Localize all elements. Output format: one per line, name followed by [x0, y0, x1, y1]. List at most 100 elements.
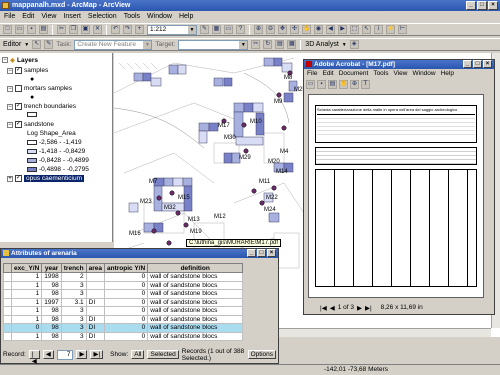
delete-icon[interactable]: ✕: [93, 25, 102, 34]
sketch-tool-icon[interactable]: ✎: [44, 40, 54, 49]
back-extent-icon[interactable]: ◀: [326, 25, 335, 34]
first-record-icon[interactable]: |◀: [28, 350, 40, 365]
forward-extent-icon[interactable]: ▶: [338, 25, 347, 34]
table-cell[interactable]: 98: [41, 289, 62, 299]
table-cell[interactable]: 0: [104, 289, 149, 299]
column-header[interactable]: trench: [60, 263, 87, 273]
table-row[interactable]: 1 98 3 DI 0 wall of sandstone blocs: [3, 314, 244, 324]
close-button[interactable]: ×: [488, 1, 498, 10]
pdf-menu-edit[interactable]: Edit: [322, 70, 333, 77]
table-cell[interactable]: 3: [60, 331, 87, 341]
table-cell[interactable]: [85, 289, 106, 299]
table-cell[interactable]: 3: [60, 289, 87, 299]
prev-page-icon[interactable]: ◀: [330, 304, 335, 312]
menu-insert[interactable]: Insert: [63, 13, 81, 20]
table-cell[interactable]: 1998: [41, 272, 62, 282]
toc-root[interactable]: − ◆ Layers: [2, 56, 38, 64]
menu-view[interactable]: View: [41, 13, 56, 20]
next-page-icon[interactable]: ▶: [357, 304, 362, 312]
table-cell[interactable]: 1: [10, 297, 43, 307]
collapse-icon[interactable]: −: [7, 67, 13, 74]
prev-record-icon[interactable]: ◀: [42, 350, 54, 359]
toc-layer-opus[interactable]: + ✓ opus caementicium: [7, 175, 84, 182]
minimize-button[interactable]: _: [247, 249, 256, 257]
table-cell[interactable]: wall of sandstone blocs: [147, 297, 244, 307]
table-cell[interactable]: 98: [41, 306, 62, 316]
layer-icon[interactable]: ◈: [349, 40, 359, 49]
hyperlink-icon[interactable]: ⚡: [386, 25, 395, 34]
table-cell[interactable]: 3: [60, 280, 87, 290]
maximize-button[interactable]: □: [257, 249, 266, 257]
collapse-icon[interactable]: −: [7, 121, 13, 128]
row-selector[interactable]: [3, 306, 12, 316]
maximize-button[interactable]: □: [477, 1, 487, 10]
table-cell[interactable]: wall of sandstone blocs: [147, 272, 244, 282]
3d-analyst-menu[interactable]: 3D Analyst: [305, 41, 338, 48]
new-icon[interactable]: □: [3, 25, 12, 34]
table-cell[interactable]: 1: [10, 280, 43, 290]
target-combo[interactable]: ▼: [178, 39, 249, 50]
table-cell[interactable]: wall of sandstone blocs: [147, 331, 244, 341]
copy-icon[interactable]: ❐: [69, 25, 78, 34]
options-button[interactable]: Options: [247, 350, 276, 359]
chevron-down-icon[interactable]: ▼: [342, 42, 347, 48]
maximize-button[interactable]: □: [473, 60, 482, 68]
table-row[interactable]: 1 98 3 0 wall of sandstone blocs: [3, 306, 244, 316]
chevron-down-icon[interactable]: ▼: [143, 40, 152, 49]
table-cell[interactable]: DI: [85, 323, 106, 333]
editor-toolbar-icon[interactable]: ✎: [200, 25, 209, 34]
open-icon[interactable]: ▭: [306, 80, 315, 89]
table-cell[interactable]: 0: [104, 306, 149, 316]
edit-tool-icon[interactable]: ↖: [32, 40, 42, 49]
add-data-icon[interactable]: +: [135, 25, 144, 34]
task-combo[interactable]: Create New Feature ▼: [74, 39, 153, 50]
collapse-icon[interactable]: −: [7, 85, 13, 92]
last-page-icon[interactable]: ▶|: [365, 304, 372, 312]
open-icon[interactable]: ▭: [15, 25, 24, 34]
table-cell[interactable]: [85, 280, 106, 290]
minimize-button[interactable]: _: [466, 1, 476, 10]
table-cell[interactable]: DI: [85, 331, 106, 341]
scale-combo[interactable]: 1:212 ▼: [147, 24, 197, 35]
next-record-icon[interactable]: ▶: [76, 350, 88, 359]
table-cell[interactable]: 3: [60, 323, 87, 333]
close-button[interactable]: ×: [267, 249, 276, 257]
table-cell[interactable]: [85, 272, 106, 282]
expand-icon[interactable]: +: [7, 175, 13, 182]
redo-icon[interactable]: ↷: [123, 25, 132, 34]
column-header[interactable]: exc_Y/N: [10, 263, 43, 273]
layer-checkbox[interactable]: [15, 85, 22, 92]
column-header[interactable]: antropic Y/N: [104, 263, 149, 273]
row-selector[interactable]: [3, 289, 12, 299]
layer-checkbox[interactable]: ✓: [15, 121, 22, 128]
column-header[interactable]: area: [85, 263, 106, 273]
table-row[interactable]: 1 1998 2 0 wall of sandstone blocs: [3, 272, 244, 282]
hand-tool-icon[interactable]: ✋: [339, 80, 348, 89]
table-cell[interactable]: 0: [104, 323, 149, 333]
zoom-out-icon[interactable]: ⊖: [266, 25, 275, 34]
table-cell[interactable]: wall of sandstone blocs: [147, 289, 244, 299]
pdf-page[interactable]: Scheda caratterizzazione della malte in …: [308, 94, 484, 298]
table-cell[interactable]: 1: [10, 306, 43, 316]
arctoolbox-icon[interactable]: ▦: [212, 25, 221, 34]
table-cell[interactable]: 0: [104, 272, 149, 282]
paste-icon[interactable]: ▣: [81, 25, 90, 34]
menu-selection[interactable]: Selection: [88, 13, 117, 20]
sketch-properties-icon[interactable]: ▦: [287, 40, 297, 49]
help-icon[interactable]: ?: [236, 25, 245, 34]
pan-icon[interactable]: ✋: [302, 25, 311, 34]
toc-layer-sandstone[interactable]: − ✓ sandstone: [7, 121, 54, 128]
row-selector[interactable]: [3, 297, 12, 307]
attributes-icon[interactable]: ▤: [275, 40, 285, 49]
cut-icon[interactable]: ✂: [57, 25, 66, 34]
toc-layer-trench[interactable]: − ✓ trench boundaries: [7, 103, 76, 110]
pdf-menu-document[interactable]: Document: [339, 70, 369, 77]
table-cell[interactable]: DI: [85, 314, 106, 324]
toc-layer-samples[interactable]: − ✓ samples: [7, 67, 48, 74]
table-cell[interactable]: 1: [10, 314, 43, 324]
menu-help[interactable]: Help: [179, 13, 193, 20]
table-row[interactable]: 1 1997 3.1 DI 0 wall of sandstone blocs: [3, 297, 244, 307]
pdf-menu-view[interactable]: View: [394, 70, 408, 77]
text-select-icon[interactable]: T: [361, 80, 370, 89]
column-header[interactable]: year: [41, 263, 62, 273]
